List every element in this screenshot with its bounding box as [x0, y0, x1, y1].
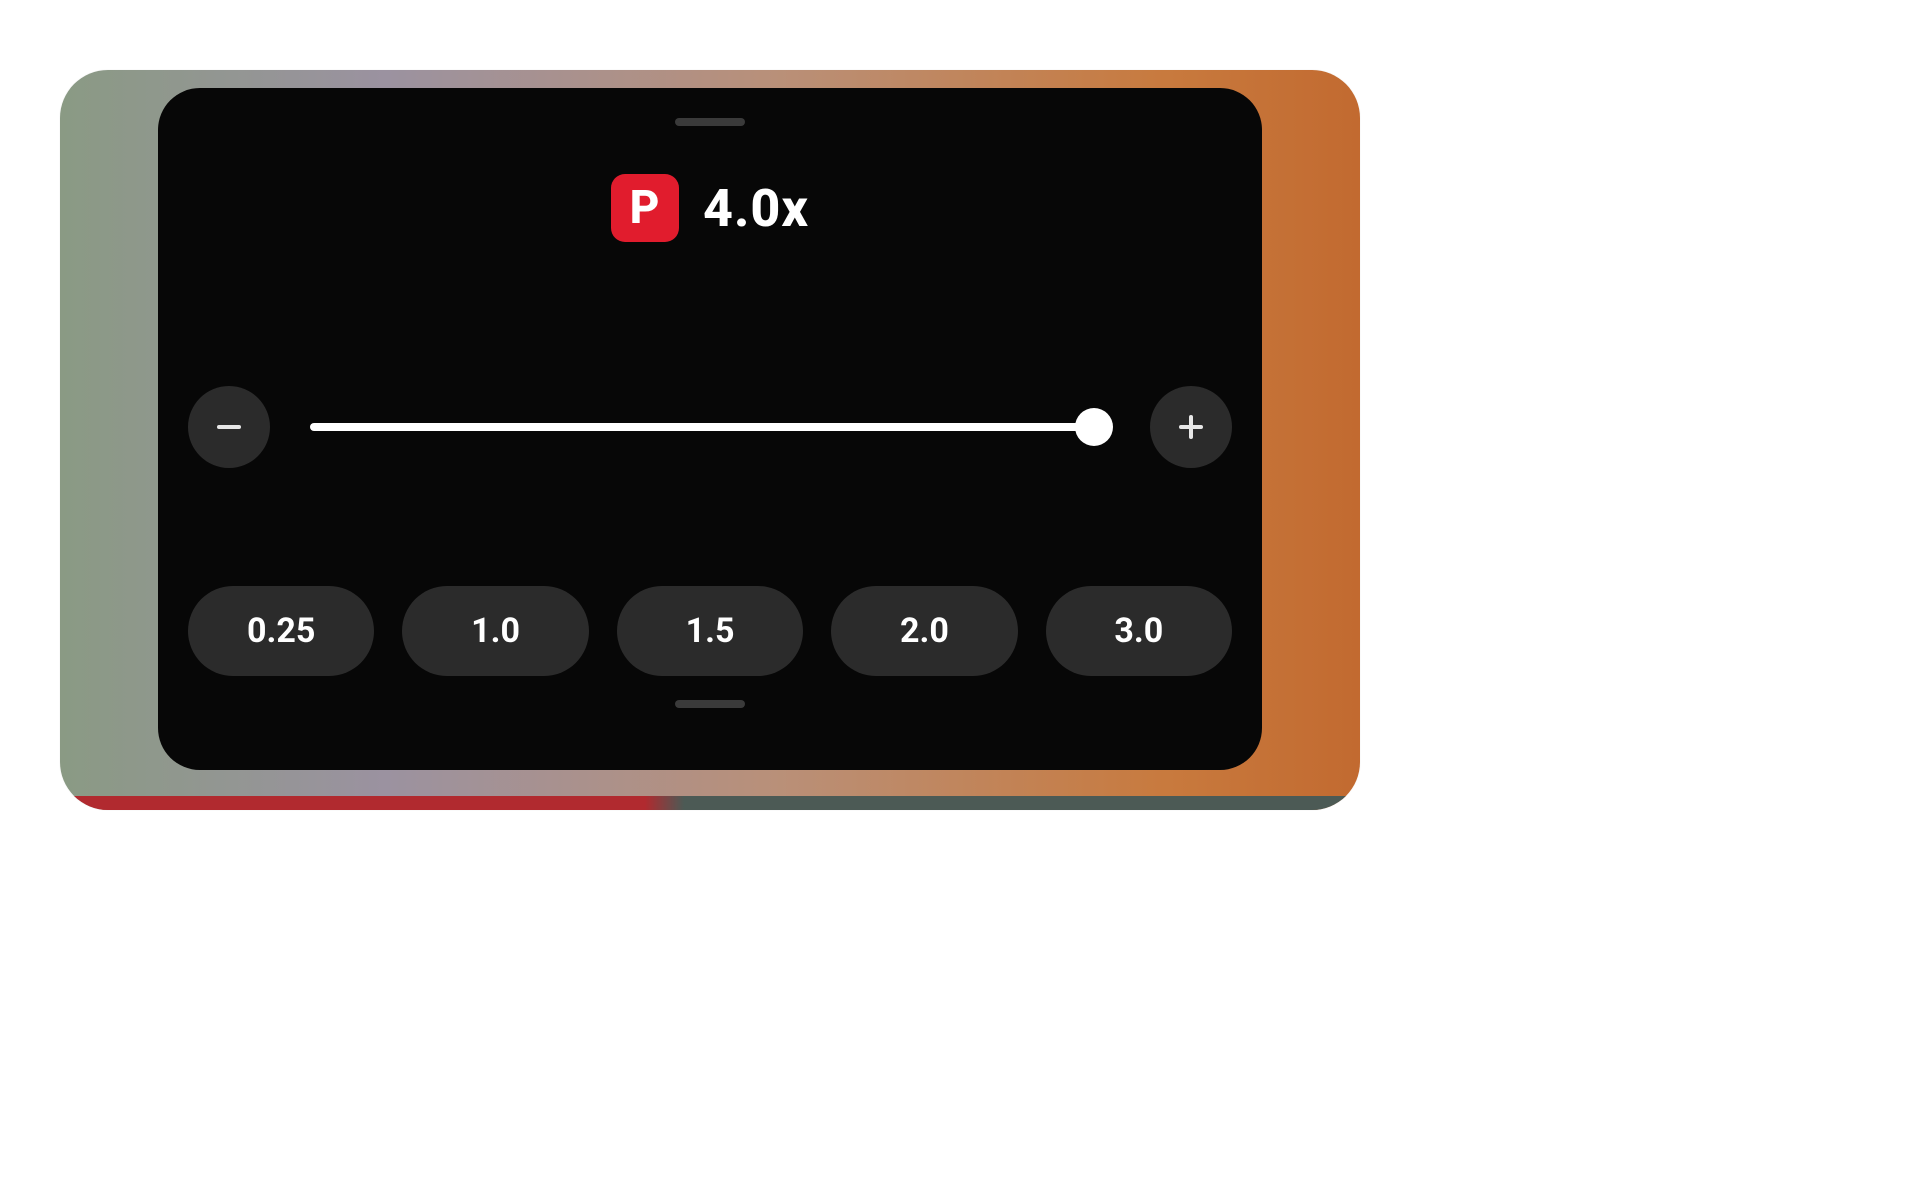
preset-button-2-0[interactable]: 2.0: [831, 586, 1017, 676]
speed-header: P 4.0x: [188, 174, 1232, 242]
speed-slider[interactable]: [310, 407, 1110, 447]
preset-label: 2.0: [900, 611, 949, 651]
drag-handle-bottom[interactable]: [675, 700, 745, 708]
premium-badge-letter: P: [630, 185, 661, 231]
preset-button-1-5[interactable]: 1.5: [617, 586, 803, 676]
increase-speed-button[interactable]: [1150, 386, 1232, 468]
premium-badge-icon: P: [611, 174, 679, 242]
preset-label: 3.0: [1114, 611, 1163, 651]
video-frame-background: P 4.0x: [60, 70, 1360, 810]
decrease-speed-button[interactable]: [188, 386, 270, 468]
preset-button-0-25[interactable]: 0.25: [188, 586, 374, 676]
preset-button-3-0[interactable]: 3.0: [1046, 586, 1232, 676]
slider-thumb[interactable]: [1075, 408, 1113, 446]
drag-handle-top[interactable]: [675, 118, 745, 126]
preset-label: 0.25: [247, 611, 315, 651]
minus-icon: [211, 409, 247, 445]
video-progress-strip: [60, 796, 1360, 810]
preset-label: 1.0: [471, 611, 520, 651]
preset-label: 1.5: [686, 611, 735, 651]
speed-presets: 0.25 1.0 1.5 2.0 3.0: [188, 586, 1232, 676]
plus-icon: [1173, 409, 1209, 445]
playback-speed-panel: P 4.0x: [158, 88, 1262, 770]
slider-track: [310, 423, 1110, 431]
current-speed-label: 4.0x: [703, 178, 809, 239]
preset-button-1-0[interactable]: 1.0: [402, 586, 588, 676]
